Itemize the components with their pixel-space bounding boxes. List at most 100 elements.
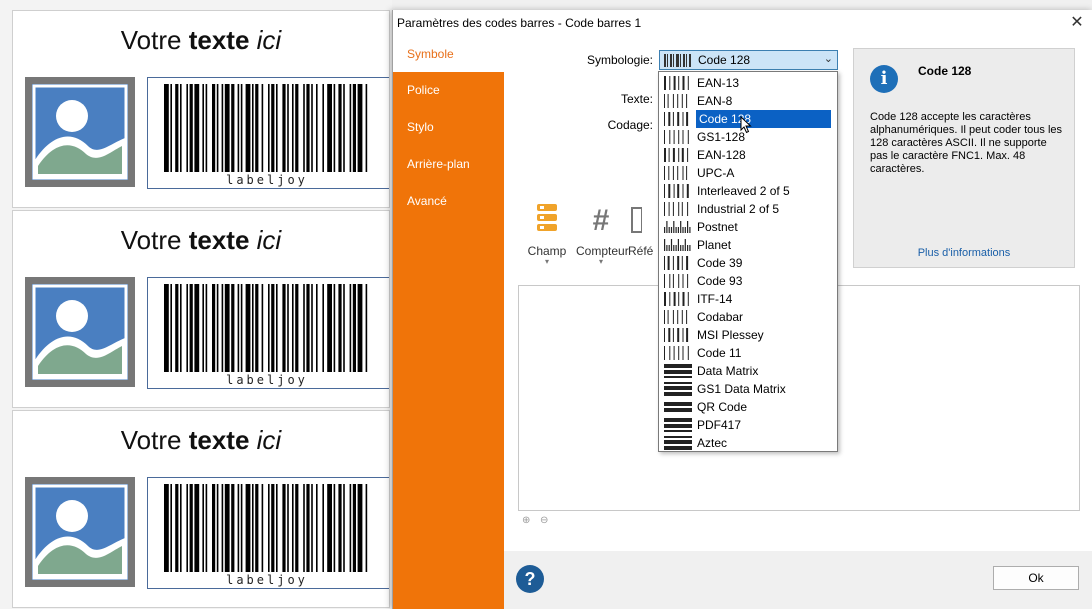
compteur-label: Compteur xyxy=(576,244,629,258)
dropdown-option-postnet[interactable]: Postnet xyxy=(660,218,836,236)
ok-button[interactable]: Ok xyxy=(993,566,1079,590)
barcode-type-icon xyxy=(664,292,692,306)
zoom-out-icon[interactable]: ⊖ xyxy=(540,515,548,526)
barcode-type-icon xyxy=(664,112,692,126)
barcode-type-icon xyxy=(664,418,692,432)
dropdown-option-label: Codabar xyxy=(697,310,744,324)
sidebar-item-stylo[interactable]: Stylo xyxy=(393,109,504,145)
barcode-type-icon xyxy=(664,382,692,396)
barcode-type-icon xyxy=(664,220,692,234)
info-title: Code 128 xyxy=(918,64,972,78)
barcode-bars xyxy=(164,84,368,172)
barcode-type-icon xyxy=(664,328,692,342)
more-info-link[interactable]: Plus d'informations xyxy=(854,247,1074,259)
label-title[interactable]: Votre texte ici xyxy=(13,425,389,456)
sidebar-item-avance[interactable]: Avancé xyxy=(393,183,504,219)
dropdown-option-label: Code 93 xyxy=(697,274,743,288)
hash-icon: # xyxy=(592,204,610,237)
chevron-down-icon: ▾ xyxy=(544,257,549,266)
dropdown-option-aztec[interactable]: Aztec xyxy=(660,434,836,452)
barcode-type-icon xyxy=(664,148,692,162)
dialog-title: Paramètres des codes barres - Code barre… xyxy=(397,16,642,30)
help-icon[interactable]: ? xyxy=(516,565,544,593)
barcode-caption: labeljoy xyxy=(226,173,308,187)
barcode-type-icon xyxy=(664,346,692,360)
dropdown-option-label: MSI Plessey xyxy=(697,328,764,342)
dropdown-option-msi-plessey[interactable]: MSI Plessey xyxy=(660,326,836,344)
dropdown-option-label: Code 128 xyxy=(696,110,831,128)
dropdown-option-label: Interleaved 2 of 5 xyxy=(697,184,790,198)
dropdown-option-interleaved-2-of-5[interactable]: Interleaved 2 of 5 xyxy=(660,182,836,200)
sidebar-item-arriere-plan[interactable]: Arrière-plan xyxy=(393,146,504,182)
sidebar-item-symbole[interactable]: Symbole xyxy=(393,36,504,72)
image-placeholder-icon[interactable] xyxy=(25,277,135,387)
chevron-down-icon: ⌄ xyxy=(823,53,833,65)
reference-button[interactable]: Réfé xyxy=(628,204,654,258)
dropdown-option-label: UPC-A xyxy=(697,166,735,180)
barcode-caption: labeljoy xyxy=(226,373,308,387)
dropdown-option-label: GS1 Data Matrix xyxy=(697,382,786,396)
barcode-type-icon xyxy=(664,256,692,270)
barcode-type-icon xyxy=(664,94,692,108)
dropdown-option-data-matrix[interactable]: Data Matrix xyxy=(660,362,836,380)
barcode-bars xyxy=(164,484,368,572)
image-placeholder-icon[interactable] xyxy=(25,477,135,587)
dropdown-option-gs1-data-matrix[interactable]: GS1 Data Matrix xyxy=(660,380,836,398)
dropdown-option-label: QR Code xyxy=(697,400,748,414)
dropdown-option-ean-8[interactable]: EAN-8 xyxy=(660,92,836,110)
dropdown-option-qr-code[interactable]: QR Code xyxy=(660,398,836,416)
label-title[interactable]: Votre texte ici xyxy=(13,225,389,256)
info-description: Code 128 accepte les caractères alphanum… xyxy=(870,111,1063,175)
dropdown-option-label: Code 11 xyxy=(697,346,742,360)
label-title[interactable]: Votre texte ici xyxy=(13,25,389,56)
field-icon xyxy=(522,204,572,240)
barcode-type-icon xyxy=(664,184,692,198)
dropdown-option-codabar[interactable]: Codabar xyxy=(660,308,836,326)
symbologie-label: Symbologie: xyxy=(586,53,653,67)
barcode-type-icon xyxy=(664,202,692,216)
barcode-type-icon xyxy=(664,400,692,414)
zoom-in-icon[interactable]: ⊕ xyxy=(522,515,530,526)
codage-label: Codage: xyxy=(607,118,653,132)
close-icon[interactable]: ✕ xyxy=(1067,13,1087,33)
dropdown-option-label: Data Matrix xyxy=(697,364,759,378)
dropdown-option-label: Postnet xyxy=(697,220,738,234)
dropdown-option-industrial-2-of-5[interactable]: Industrial 2 of 5 xyxy=(660,200,836,218)
barcode-type-icon xyxy=(664,166,692,180)
barcode-caption: labeljoy xyxy=(226,573,308,587)
chevron-down-icon: ▾ xyxy=(598,257,603,266)
dropdown-option-code-39[interactable]: Code 39 xyxy=(660,254,836,272)
barcode-type-icon xyxy=(664,76,692,90)
barcode-element[interactable]: labeljoy xyxy=(147,477,389,589)
label-canvas: Votre texte ici labeljoy Votre texte ici… xyxy=(0,0,392,609)
dropdown-option-ean-128[interactable]: EAN-128 xyxy=(660,146,836,164)
dropdown-option-label: EAN-13 xyxy=(697,76,740,90)
dropdown-option-itf-14[interactable]: ITF-14 xyxy=(660,290,836,308)
barcode-type-icon xyxy=(664,436,692,450)
label-card[interactable]: Votre texte ici labeljoy xyxy=(12,210,390,408)
dropdown-option-label: Code 39 xyxy=(697,256,743,270)
label-card[interactable]: Votre texte ici labeljoy xyxy=(12,410,390,608)
dropdown-option-label: PDF417 xyxy=(697,418,742,432)
image-placeholder-icon[interactable] xyxy=(25,77,135,187)
texte-label: Texte: xyxy=(620,92,653,106)
sidebar-item-police[interactable]: Police xyxy=(393,72,504,108)
dropdown-option-label: GS1-128 xyxy=(697,130,746,144)
reference-label: Réfé xyxy=(628,244,654,258)
barcode-type-icon xyxy=(664,274,692,288)
barcode-element[interactable]: labeljoy xyxy=(147,277,389,389)
dropdown-option-code-93[interactable]: Code 93 xyxy=(660,272,836,290)
barcode-element[interactable]: labeljoy xyxy=(147,77,389,189)
barcode-icon xyxy=(664,54,691,67)
dropdown-option-upc-a[interactable]: UPC-A xyxy=(660,164,836,182)
barcode-type-icon xyxy=(664,310,692,324)
label-card[interactable]: Votre texte ici labeljoy xyxy=(12,10,390,208)
dropdown-option-label: Industrial 2 of 5 xyxy=(697,202,780,216)
dropdown-option-ean-13[interactable]: EAN-13 xyxy=(660,74,836,92)
dropdown-option-code-11[interactable]: Code 11 xyxy=(660,344,836,362)
symbology-select[interactable]: Code 128 ⌄ xyxy=(659,50,838,70)
champ-button[interactable]: Champ ▾ xyxy=(522,204,572,266)
dropdown-option-planet[interactable]: Planet xyxy=(660,236,836,254)
dropdown-option-pdf417[interactable]: PDF417 xyxy=(660,416,836,434)
compteur-button[interactable]: # Compteur ▾ xyxy=(576,204,629,266)
